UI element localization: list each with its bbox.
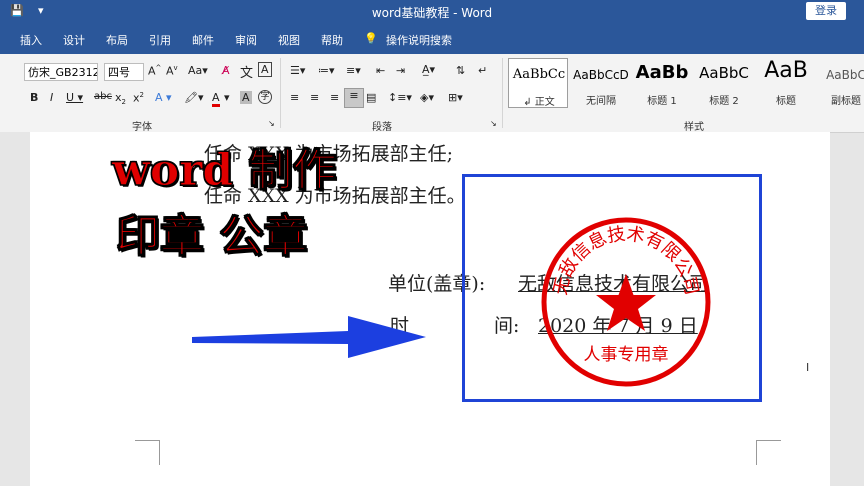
char-border-icon[interactable]: A	[258, 62, 272, 77]
clear-format-icon[interactable]: A̸	[222, 64, 230, 77]
char-shading-icon[interactable]: A	[240, 91, 252, 104]
justify-icon[interactable]: ≡	[344, 88, 364, 108]
paragraph-dialog-launcher-icon[interactable]: ↘	[490, 119, 497, 128]
tab-mailings[interactable]: 邮件	[192, 32, 214, 48]
overlay-title-word: word 制作	[112, 145, 337, 197]
distributed-icon[interactable]: ▤	[366, 91, 376, 104]
enclose-char-icon[interactable]: 字	[258, 90, 272, 104]
paragraph-group-label: 段落	[372, 122, 392, 133]
tab-insert[interactable]: 插入	[20, 32, 42, 48]
font-dialog-launcher-icon[interactable]: ↘	[268, 119, 275, 128]
align-left-icon[interactable]: ≡	[290, 91, 299, 104]
decrease-indent-icon[interactable]: ⇤	[376, 64, 385, 77]
italic-icon[interactable]: I	[50, 91, 53, 104]
overlay-title-seal: 印章 公章	[115, 211, 308, 263]
tab-design[interactable]: 设计	[63, 32, 85, 48]
style-subtitle[interactable]: AaBbC 副标题	[816, 58, 864, 108]
font-name-select[interactable]: 仿宋_GB2312	[24, 63, 98, 81]
tab-review[interactable]: 审阅	[235, 32, 257, 48]
sort-icon[interactable]: ⇅	[456, 64, 465, 77]
font-color-icon[interactable]: A	[212, 91, 220, 107]
style-heading-1[interactable]: AaBb 标题 1	[632, 58, 692, 108]
ibeam-cursor-icon: I	[806, 361, 810, 374]
page-corner-mark	[756, 440, 781, 465]
arrow-icon	[192, 316, 426, 358]
tab-references[interactable]: 引用	[149, 32, 171, 48]
seal-star-icon	[596, 274, 656, 331]
multilevel-list-icon[interactable]: ≡▾	[346, 64, 361, 77]
style-title[interactable]: AaB 标题	[756, 58, 816, 108]
chinese-layout-icon[interactable]: A̲▾	[422, 63, 435, 76]
seal-stamp[interactable]: 无敌信息技术有限公司 人事专用章	[538, 214, 714, 390]
align-center-icon[interactable]: ≡	[310, 91, 319, 104]
line-spacing-icon[interactable]: ↕≡▾	[388, 91, 412, 104]
highlight-icon[interactable]: 🖍▾	[184, 91, 204, 104]
font-size-select[interactable]: 四号	[104, 63, 144, 81]
tab-layout[interactable]: 布局	[106, 32, 128, 48]
increase-indent-icon[interactable]: ⇥	[396, 64, 405, 77]
strikethrough-icon[interactable]: abc	[94, 91, 112, 102]
lightbulb-icon: 💡	[364, 32, 378, 45]
tab-help[interactable]: 帮助	[321, 32, 343, 48]
styles-group-label: 样式	[684, 122, 704, 133]
title-bar: 💾 ▾ word基础教程 - Word 登录	[0, 0, 864, 24]
align-right-icon[interactable]: ≡	[330, 91, 339, 104]
tell-me-search[interactable]: 操作说明搜索	[386, 32, 452, 48]
subscript-icon[interactable]: x2	[115, 91, 126, 106]
text-effects-icon[interactable]: A ▾	[155, 91, 172, 104]
left-margin-area	[0, 132, 30, 486]
borders-icon[interactable]: ⊞▾	[448, 91, 463, 104]
style-heading-2[interactable]: AaBbC 标题 2	[694, 58, 754, 108]
window-title: word基础教程 - Word	[371, 6, 493, 20]
style-no-spacing[interactable]: AaBbCcD 无间隔	[571, 58, 631, 108]
show-marks-icon[interactable]: ↵	[478, 64, 487, 77]
tab-view[interactable]: 视图	[278, 32, 300, 48]
font-color-dropdown-icon[interactable]: ▾	[224, 91, 230, 104]
numbering-icon[interactable]: ≔▾	[318, 64, 335, 77]
phonetic-guide-icon[interactable]: 文	[240, 62, 253, 81]
shrink-font-icon[interactable]: Av	[166, 64, 178, 78]
ribbon: 仿宋_GB2312 四号 A^ Av Aa▾ A̸ 文 A B I U ▾ ab…	[0, 54, 864, 133]
grow-font-icon[interactable]: A^	[148, 64, 161, 78]
font-group-label: 字体	[132, 122, 152, 133]
seal-bottom-text: 人事专用章	[584, 345, 669, 365]
ribbon-tabs: 插入 设计 布局 引用 邮件 审阅 视图 帮助 💡 操作说明搜索	[0, 24, 864, 54]
bold-icon[interactable]: B	[30, 91, 38, 104]
login-button[interactable]: 登录	[806, 2, 846, 20]
shading-icon[interactable]: ◈▾	[420, 91, 434, 104]
page-corner-mark	[135, 440, 160, 465]
change-case-icon[interactable]: Aa▾	[188, 64, 208, 77]
bullets-icon[interactable]: ☰▾	[290, 64, 305, 77]
style-normal[interactable]: AaBbCc ↲ 正文	[508, 58, 568, 108]
superscript-icon[interactable]: x2	[133, 91, 144, 105]
underline-icon[interactable]: U ▾	[66, 91, 83, 104]
